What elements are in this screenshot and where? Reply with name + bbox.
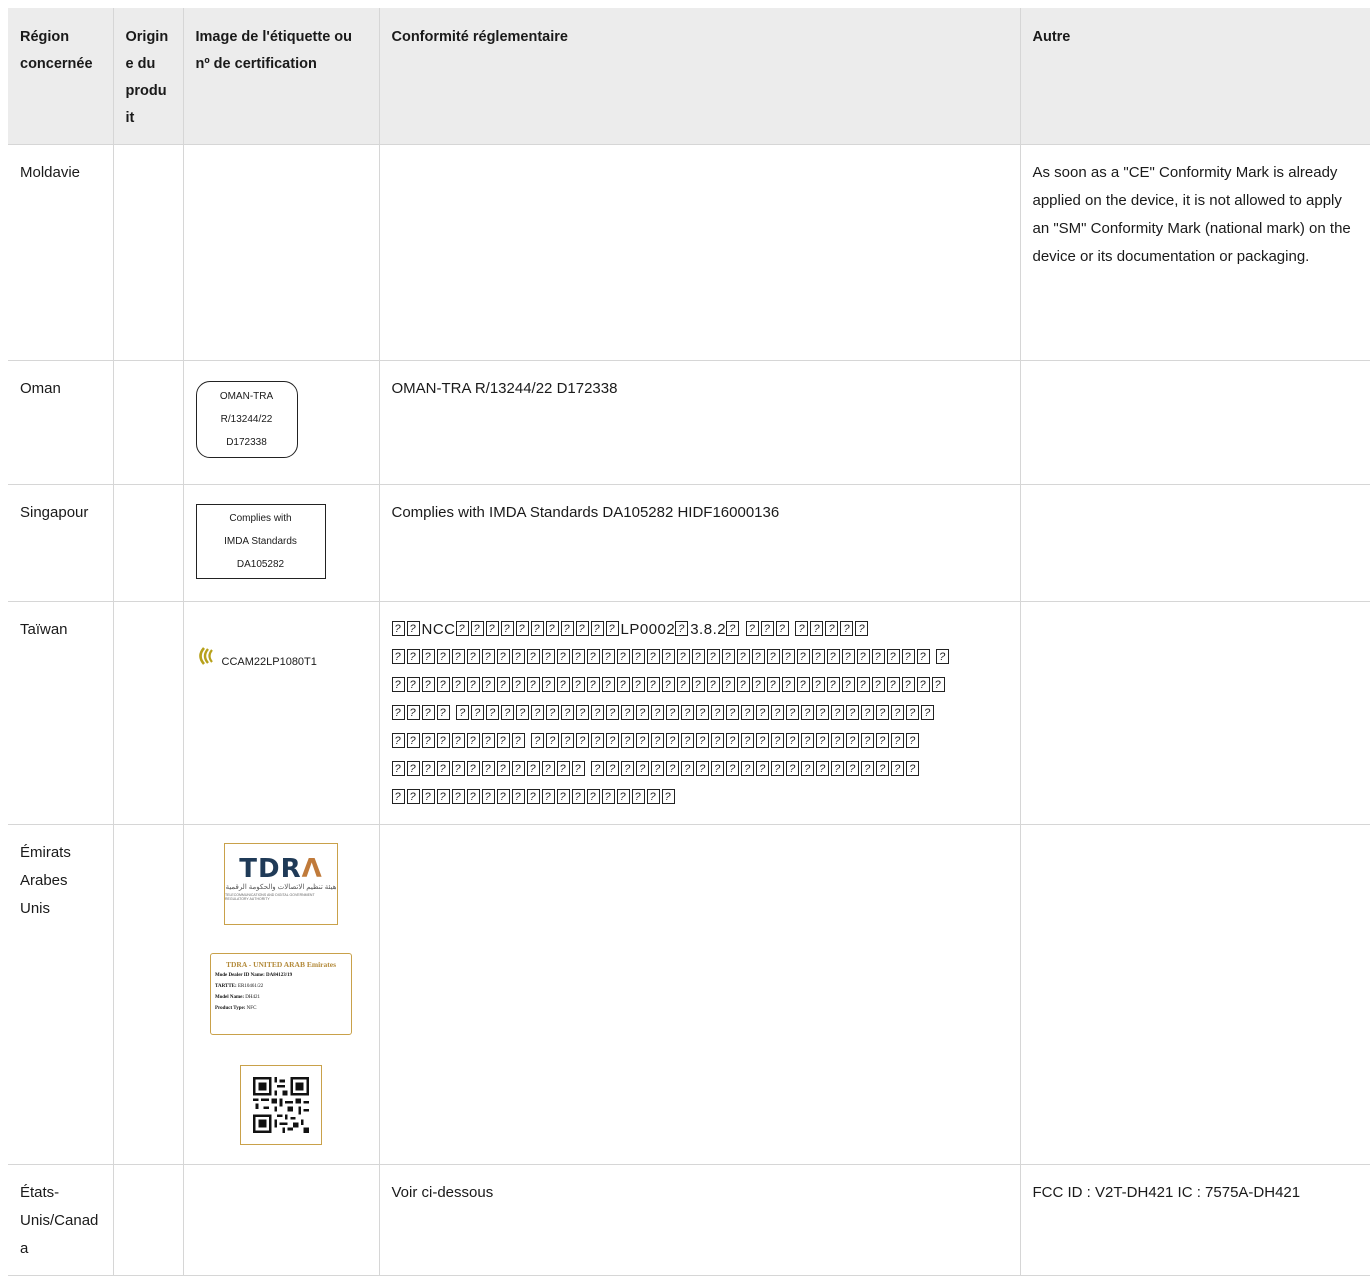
tdra-card-line: Product Type: NFC: [215, 1006, 257, 1011]
header-label: Image de l'étiquette ou nº de certificat…: [183, 8, 380, 145]
qr-code-frame: [240, 1065, 322, 1145]
other-cell: As soon as a "CE" Conformity Mark is alr…: [1020, 144, 1370, 361]
origin-cell: [113, 601, 184, 825]
tdra-card-line: Mode Dealer ID Name: DA84123/19: [215, 973, 293, 978]
conformity-cell: Voir ci-dessous: [379, 1164, 1021, 1276]
table-row-uae: Émirats Arabes Unis TDRΛ هيئة تنظيم الات…: [8, 824, 1370, 1165]
statement-line: [391, 700, 1008, 728]
other-cell: [1020, 601, 1370, 825]
table-row-taiwan: Taïwan CCAM22LP1080T1 NCCLP00023: [8, 601, 1370, 825]
statement-text: NCC: [421, 621, 456, 638]
tdra-logo: TDRΛ هيئة تنظيم الاتصالات والحكومة الرقم…: [224, 843, 338, 925]
origin-cell: [113, 824, 184, 1165]
label-line: R/13244/22: [220, 414, 273, 425]
other-cell: FCC ID : V2T-DH421 IC : 7575A-DH421: [1020, 1164, 1370, 1276]
header-other: Autre: [1020, 8, 1370, 145]
region-cell: Taïwan: [8, 601, 114, 825]
label-cell: [183, 1164, 380, 1276]
origin-cell: [113, 1164, 184, 1276]
label-cell: [183, 144, 380, 361]
statement-line: [391, 644, 1008, 672]
tdra-logo-text: TDRΛ: [239, 854, 323, 884]
other-cell: [1020, 824, 1370, 1165]
other-cell: [1020, 360, 1370, 485]
origin-cell: [113, 484, 184, 602]
header-origin: Origine du produit: [113, 8, 184, 145]
region-cell: Moldavie: [8, 144, 114, 361]
statement-line: [391, 756, 1008, 784]
label-cell: TDRΛ هيئة تنظيم الاتصالات والحكومة الرقم…: [183, 824, 380, 1165]
tdra-card-line: TARTTE: ER10461/22: [215, 984, 264, 989]
tdra-logo-english: TELECOMMUNICATIONS AND DIGITAL GOVERNMEN…: [225, 893, 315, 901]
oman-tra-label: OMAN-TRA R/13244/22 D172338: [195, 381, 298, 458]
label-cell: Complies with IMDA Standards DA105282: [183, 484, 380, 602]
region-cell: Émirats Arabes Unis: [8, 824, 114, 1165]
tdra-card-title: TDRA - UNITED ARAB Emirates: [225, 960, 336, 969]
origin-cell: [113, 360, 184, 485]
table-row-moldova: Moldavie As soon as a "CE" Conformity Ma…: [8, 144, 1370, 361]
statement-line: [391, 728, 1008, 756]
tdra-logo-arabic: هيئة تنظيم الاتصالات والحكومة الرقمية: [225, 884, 337, 891]
label-cell: CCAM22LP1080T1: [183, 601, 380, 825]
region-cell: Singapour: [8, 484, 114, 602]
statement-text: 3.8.2: [690, 621, 727, 638]
statement-text: LP0002: [620, 621, 676, 638]
label-line: IMDA Standards: [224, 536, 297, 547]
tdra-label-card: TDRA - UNITED ARAB Emirates Mode Dealer …: [210, 953, 352, 1035]
label-line: OMAN-TRA: [219, 391, 274, 402]
label-cell: OMAN-TRA R/13244/22 D172338: [183, 360, 380, 485]
table-row-usa-canada: États-Unis/Canada Voir ci-dessous FCC ID…: [8, 1164, 1370, 1276]
header-region: Région concernée: [8, 8, 114, 145]
imda-label: Complies with IMDA Standards DA105282: [195, 504, 326, 579]
header-row: Région concernée Origine du produit Imag…: [8, 8, 1370, 145]
regulatory-table: Région concernée Origine du produit Imag…: [8, 8, 1370, 1276]
conformity-cell: OMAN-TRA R/13244/22 D172338: [379, 360, 1021, 485]
ncc-waves-icon: [196, 646, 218, 677]
origin-cell: [113, 144, 184, 361]
header-conformity: Conformité réglementaire: [379, 8, 1021, 145]
conformity-cell: [379, 824, 1021, 1165]
statement-line: [391, 672, 1008, 700]
statement-line: NCC LP0002 3.8.2: [391, 616, 1008, 644]
conformity-cell: [379, 144, 1021, 361]
statement-line: [391, 784, 1008, 812]
region-cell: Oman: [8, 360, 114, 485]
qr-code-icon: [253, 1077, 309, 1133]
ncc-code: CCAM22LP1080T1: [221, 655, 317, 668]
label-line: DA105282: [236, 559, 285, 570]
tdra-card-line: Model Name: DH421: [215, 995, 261, 1000]
label-line: D172338: [226, 437, 267, 448]
table-row-singapore: Singapour Complies with IMDA Standards D…: [8, 484, 1370, 602]
region-cell: États-Unis/Canada: [8, 1164, 114, 1276]
label-line: Complies with: [229, 513, 292, 524]
ncc-label: CCAM22LP1080T1: [196, 646, 317, 677]
table-row-oman: Oman OMAN-TRA R/13244/22 D172338 OMAN-TR…: [8, 360, 1370, 485]
conformity-cell: NCC LP0002 3.8.2: [379, 601, 1021, 825]
other-cell: [1020, 484, 1370, 602]
taiwan-ncc-statement: NCC LP0002 3.8.2: [391, 616, 1008, 812]
conformity-cell: Complies with IMDA Standards DA105282 HI…: [379, 484, 1021, 602]
